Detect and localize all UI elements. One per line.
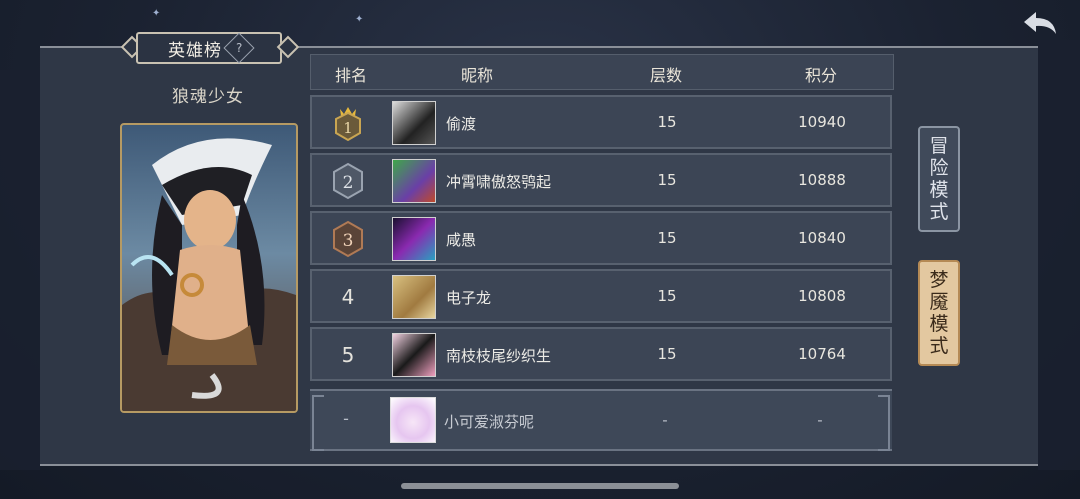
- player-score: 10840: [798, 229, 846, 247]
- player-avatar: [392, 159, 436, 203]
- column-header-floor: 层数: [649, 66, 682, 85]
- svg-text:3: 3: [343, 231, 354, 251]
- column-header-score: 积分: [804, 66, 837, 85]
- my-rank: -: [343, 409, 349, 428]
- player-floor: 15: [657, 287, 677, 305]
- row-frame-right: [878, 395, 890, 451]
- table-row[interactable]: 1 偷渡 15 10940: [310, 95, 892, 149]
- player-nickname: 电子龙: [446, 289, 492, 307]
- row-frame-left: [312, 395, 324, 451]
- hero-name: 狼魂少女: [172, 87, 244, 107]
- player-score: 10940: [798, 113, 846, 131]
- table-header: 排名 昵称 层数 积分: [310, 54, 894, 90]
- player-nickname: 南枝枝尾纱织生: [446, 347, 552, 365]
- player-nickname: 冲霄啸傲怒鸮起: [446, 173, 552, 191]
- table-row[interactable]: 4 电子龙 15 10808: [310, 269, 892, 323]
- table-row[interactable]: 3 咸愚 15 10840: [310, 211, 892, 265]
- column-header-nickname: 昵称: [460, 66, 493, 85]
- player-avatar: [392, 101, 436, 145]
- star-decoration: ✦: [355, 14, 364, 25]
- player-score: 10888: [798, 171, 846, 189]
- rank-badge-gold: 1: [328, 103, 368, 143]
- table-row[interactable]: 5 南枝枝尾纱织生 15 10764: [310, 327, 892, 381]
- player-score: 10808: [798, 287, 846, 305]
- rank-number: 4: [341, 285, 355, 309]
- player-nickname: 咸愚: [446, 231, 477, 249]
- player-floor: 15: [657, 229, 677, 247]
- title-tab: 英雄榜 ?: [120, 30, 300, 64]
- crown-rank-icon: 1: [335, 107, 361, 142]
- back-arrow-icon: [1024, 12, 1056, 34]
- rank-number: 5: [341, 343, 355, 367]
- back-button[interactable]: [1018, 6, 1062, 40]
- player-avatar: [392, 333, 436, 377]
- svg-text:2: 2: [343, 173, 354, 193]
- rank-badge-silver: 2: [328, 161, 368, 201]
- player-nickname: 偷渡: [446, 115, 477, 133]
- hero-portrait[interactable]: [120, 123, 298, 413]
- home-indicator[interactable]: [401, 483, 679, 489]
- background-tower-right: [1038, 40, 1080, 470]
- my-avatar: [390, 397, 436, 443]
- my-floor: -: [662, 411, 668, 429]
- title-pill: 英雄榜 ?: [136, 32, 282, 64]
- my-rank-row[interactable]: - 小可爱淑芬呢 - -: [310, 389, 892, 451]
- bronze-rank-icon: 3: [333, 220, 363, 258]
- column-header-rank: 排名: [334, 66, 367, 85]
- silver-rank-icon: 2: [333, 162, 363, 200]
- player-score: 10764: [798, 345, 846, 363]
- help-icon[interactable]: ?: [223, 32, 255, 64]
- player-floor: 15: [657, 171, 677, 189]
- svg-text:1: 1: [343, 119, 353, 137]
- player-avatar: [392, 217, 436, 261]
- player-avatar: [392, 275, 436, 319]
- player-floor: 15: [657, 113, 677, 131]
- table-row[interactable]: 2 冲霄啸傲怒鸮起 15 10888: [310, 153, 892, 207]
- rank-badge-bronze: 3: [328, 219, 368, 259]
- nightmare-mode-button[interactable]: 梦魇 模式: [918, 260, 960, 366]
- page-title: 英雄榜: [168, 40, 222, 61]
- star-decoration: ✦: [152, 8, 161, 19]
- player-floor: 15: [657, 345, 677, 363]
- wolf-girl-illustration: [122, 138, 296, 411]
- adventure-mode-button[interactable]: 冒险 模式: [918, 126, 960, 232]
- my-nickname: 小可爱淑芬呢: [444, 413, 535, 431]
- my-score: -: [817, 411, 823, 429]
- background-tower-left: [0, 70, 40, 470]
